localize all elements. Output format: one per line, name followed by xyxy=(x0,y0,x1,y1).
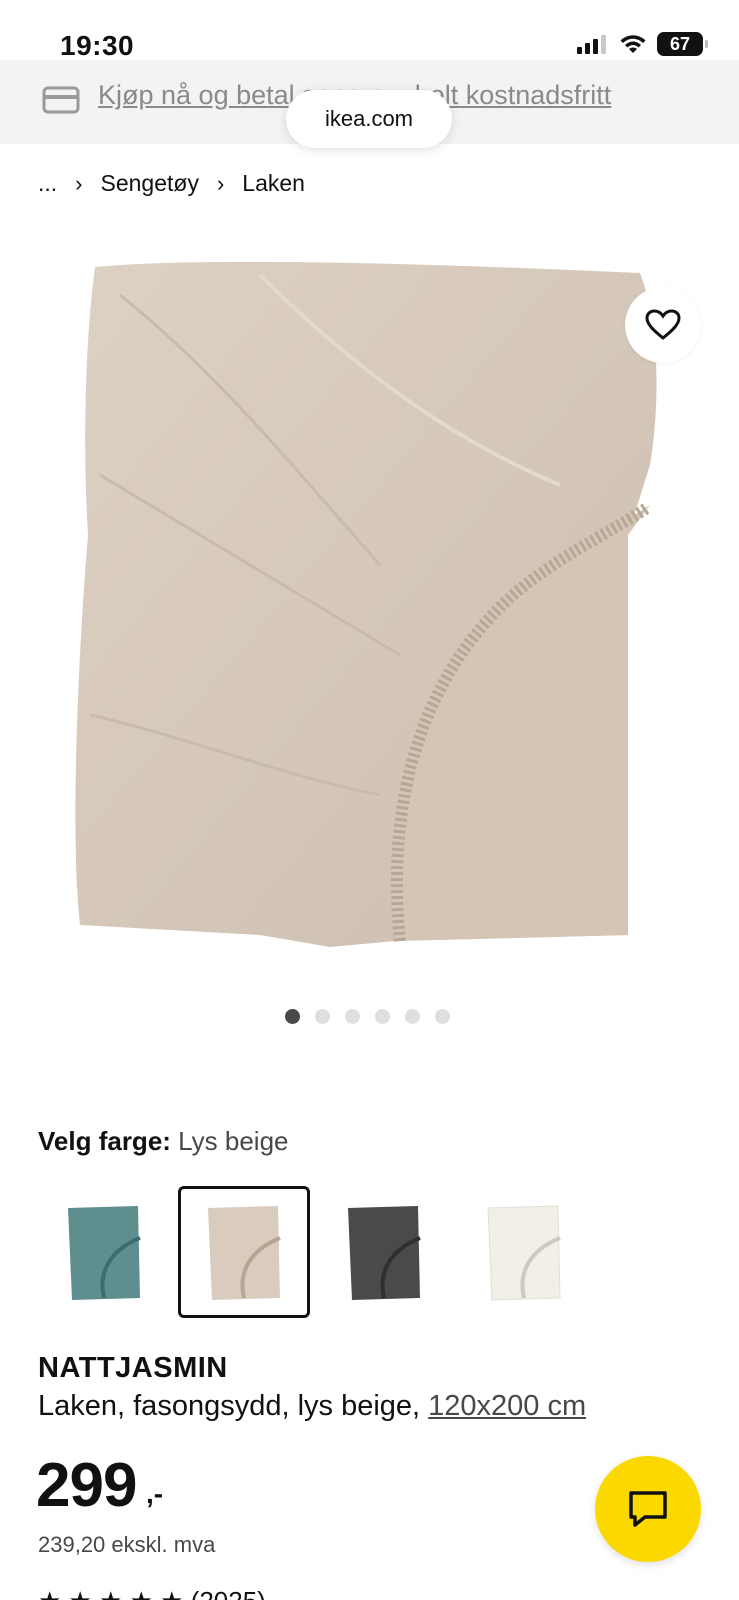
swatch-green[interactable] xyxy=(38,1186,170,1318)
carousel-dot[interactable] xyxy=(375,1009,390,1024)
breadcrumb-item-laken[interactable]: Laken xyxy=(242,170,305,197)
price-ex-vat: 239,20 ekskl. mva xyxy=(38,1532,216,1557)
star-icons: ★ ★ ★ ★ ★ xyxy=(38,1586,183,1600)
sheet-thumbnail-icon xyxy=(68,1206,141,1300)
favorite-button[interactable] xyxy=(625,287,701,363)
wifi-icon xyxy=(620,35,646,53)
product-price: 299 xyxy=(36,1451,137,1520)
chevron-right-icon: › xyxy=(216,170,225,196)
sheet-thumbnail-icon xyxy=(348,1206,421,1300)
product-name: NATTJASMIN xyxy=(38,1352,228,1384)
carousel-dot[interactable] xyxy=(435,1009,450,1024)
color-swatches xyxy=(38,1186,598,1318)
credit-card-icon xyxy=(42,86,80,114)
signal-icon xyxy=(577,35,606,54)
swatch-dark-grey[interactable] xyxy=(318,1186,450,1318)
product-description-text: Laken, fasongsydd, lys beige, xyxy=(38,1390,429,1422)
sheet-thumbnail-icon xyxy=(487,1205,561,1301)
breadcrumb-item-sengetoy[interactable]: Sengetøy xyxy=(101,170,199,197)
carousel-dot[interactable] xyxy=(345,1009,360,1024)
swatch-light-beige[interactable] xyxy=(178,1186,310,1318)
url-pill[interactable]: ikea.com xyxy=(286,90,452,148)
heart-icon xyxy=(645,309,681,340)
breadcrumb-ellipsis[interactable]: ... xyxy=(38,170,57,197)
chevron-right-icon: › xyxy=(75,170,83,196)
carousel-dot[interactable] xyxy=(405,1009,420,1024)
color-selected-value: Lys beige xyxy=(178,1126,289,1156)
sheet-thumbnail-icon xyxy=(208,1206,281,1300)
product-description: Laken, fasongsydd, lys beige, 120x200 cm xyxy=(38,1390,586,1423)
carousel-dot[interactable] xyxy=(285,1009,300,1024)
color-label: Velg farge: Lys beige xyxy=(38,1126,289,1157)
chat-bubble-icon xyxy=(629,1491,667,1527)
price-suffix: ,- xyxy=(146,1478,164,1509)
carousel-dot[interactable] xyxy=(315,1009,330,1024)
rating-count: (2025) xyxy=(191,1586,266,1600)
status-time: 19:30 xyxy=(60,30,135,61)
swatch-white[interactable] xyxy=(458,1186,590,1318)
product-image[interactable] xyxy=(0,235,739,980)
product-size-link[interactable]: 120x200 cm xyxy=(428,1390,586,1422)
carousel-dots xyxy=(285,1009,450,1024)
status-bar: 19:30 67 xyxy=(0,0,739,61)
battery-indicator: 67 xyxy=(657,32,708,56)
breadcrumb: ... › Sengetøy › Laken xyxy=(38,170,305,197)
product-rating[interactable]: ★ ★ ★ ★ ★ (2025) xyxy=(38,1586,266,1600)
color-label-title: Velg farge: xyxy=(38,1126,171,1156)
status-icons: 67 xyxy=(577,32,708,56)
chat-button[interactable] xyxy=(595,1456,701,1562)
